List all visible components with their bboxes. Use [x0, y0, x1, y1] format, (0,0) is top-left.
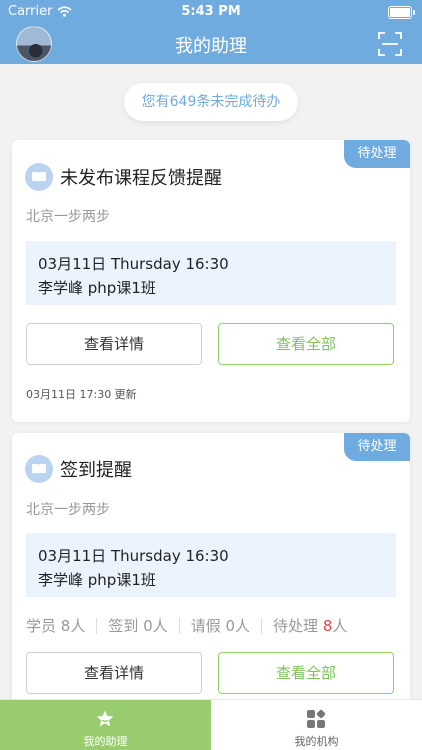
- lesson-datetime: 03月11日 Thursday 16:30: [38, 547, 229, 565]
- status-tag: 待处理: [344, 433, 410, 461]
- tab-my-assistant[interactable]: 我的助理: [0, 700, 211, 750]
- view-detail-button[interactable]: 查看详情: [26, 652, 202, 694]
- leave-label: 请假: [190, 617, 221, 635]
- tab-label: 我的助理: [83, 735, 128, 748]
- pending-unit: 人: [332, 617, 348, 635]
- reminder-card: 待处理 未发布课程反馈提醒 北京一步两步 03月11日 Thursday 16:…: [12, 140, 410, 422]
- lesson-class: 李学峰 php课1班: [38, 571, 156, 589]
- book-icon: [25, 455, 53, 483]
- view-all-button[interactable]: 查看全部: [218, 323, 394, 365]
- students-count: 8人: [60, 617, 86, 635]
- view-all-button[interactable]: 查看全部: [218, 652, 394, 694]
- tab-label: 我的机构: [294, 735, 339, 748]
- lesson-class: 李学峰 php课1班: [38, 279, 156, 297]
- status-tag: 待处理: [344, 140, 410, 168]
- lesson-info: 03月11日 Thursday 16:30 李学峰 php课1班: [26, 241, 396, 305]
- pending-count: 8: [322, 616, 333, 635]
- signed-label: 签到: [108, 617, 139, 635]
- grid-icon: [307, 709, 326, 728]
- page-title: 我的助理: [175, 36, 247, 57]
- divider: [178, 617, 180, 634]
- org-name: 北京一步两步: [26, 502, 110, 518]
- card-title: 未发布课程反馈提醒: [60, 168, 222, 189]
- book-icon: [25, 163, 53, 191]
- tab-bar: 我的助理 我的机构: [0, 699, 422, 750]
- updated-time: 03月11日 17:30 更新: [26, 388, 137, 401]
- status-bar: Carrier 5:43 PM: [0, 0, 422, 22]
- scan-icon[interactable]: [378, 32, 402, 56]
- org-name: 北京一步两步: [26, 209, 110, 225]
- signed-count: 0人: [143, 617, 168, 635]
- pending-label: 待处理: [273, 617, 319, 635]
- tab-my-organization[interactable]: 我的机构: [211, 700, 422, 750]
- reminder-card: 待处理 签到提醒 北京一步两步 03月11日 Thursday 16:30 李学…: [12, 433, 410, 713]
- lesson-info: 03月11日 Thursday 16:30 李学峰 php课1班: [26, 533, 396, 597]
- students-label: 学员: [26, 617, 57, 635]
- divider: [96, 617, 98, 634]
- status-time: 5:43 PM: [181, 4, 241, 19]
- top-header: Carrier 5:43 PM 我的助理: [0, 0, 422, 64]
- star-icon: [96, 710, 114, 727]
- view-detail-button[interactable]: 查看详情: [26, 323, 202, 365]
- attendance-stats: 学员 8人 签到 0人 请假 0人 待处理 8人: [26, 615, 347, 636]
- pending-banner[interactable]: 您有649条未完成待办: [124, 83, 298, 121]
- lesson-datetime: 03月11日 Thursday 16:30: [38, 255, 229, 273]
- card-title: 签到提醒: [60, 460, 132, 481]
- divider: [261, 617, 263, 634]
- battery-icon: [388, 6, 415, 19]
- leave-count: 0人: [225, 617, 251, 635]
